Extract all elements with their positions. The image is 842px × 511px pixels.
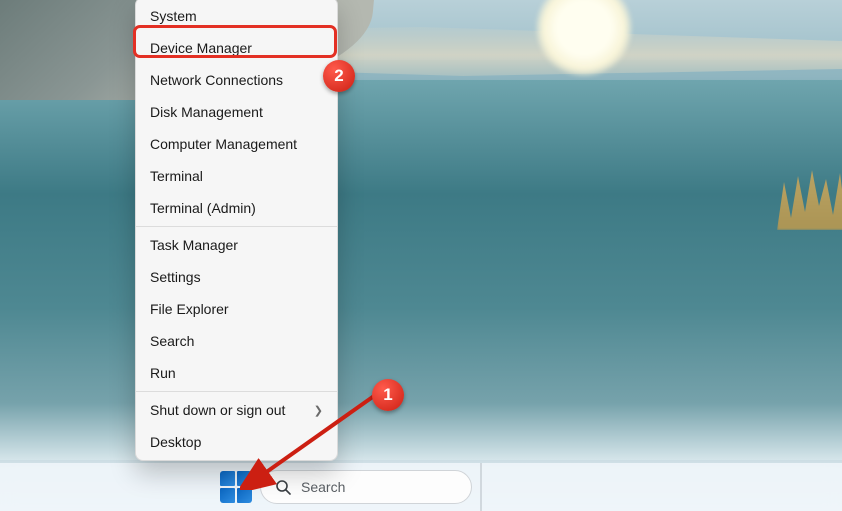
menu-item-label: Shut down or sign out: [150, 402, 285, 418]
winx-context-menu: System Device Manager Network Connection…: [135, 0, 338, 461]
taskbar-search[interactable]: Search: [260, 470, 472, 504]
chevron-right-icon: ❯: [314, 404, 323, 417]
menu-item-label: Device Manager: [150, 40, 252, 56]
menu-item-computer-management[interactable]: Computer Management: [136, 128, 337, 160]
menu-item-terminal-admin[interactable]: Terminal (Admin): [136, 192, 337, 224]
start-button[interactable]: [220, 471, 252, 503]
menu-separator: [136, 391, 337, 392]
menu-item-disk-management[interactable]: Disk Management: [136, 96, 337, 128]
menu-item-run[interactable]: Run: [136, 357, 337, 389]
menu-item-label: Run: [150, 365, 176, 381]
menu-item-search[interactable]: Search: [136, 325, 337, 357]
menu-item-label: Desktop: [150, 434, 201, 450]
menu-item-shutdown-signout[interactable]: Shut down or sign out ❯: [136, 394, 337, 426]
desktop-wallpaper: [0, 0, 842, 511]
menu-item-terminal[interactable]: Terminal: [136, 160, 337, 192]
menu-item-system[interactable]: System: [136, 0, 337, 32]
menu-item-label: Disk Management: [150, 104, 263, 120]
menu-separator: [136, 226, 337, 227]
menu-item-label: Terminal (Admin): [150, 200, 256, 216]
menu-item-label: File Explorer: [150, 301, 229, 317]
menu-item-network-connections[interactable]: Network Connections: [136, 64, 337, 96]
windows-logo-icon: [237, 471, 252, 486]
annotation-step-1: 1: [372, 379, 404, 411]
windows-logo-icon: [237, 488, 252, 503]
menu-item-file-explorer[interactable]: File Explorer: [136, 293, 337, 325]
menu-item-label: Network Connections: [150, 72, 283, 88]
search-icon: [275, 479, 291, 495]
taskbar: Search: [0, 463, 842, 511]
menu-item-label: Computer Management: [150, 136, 297, 152]
menu-item-settings[interactable]: Settings: [136, 261, 337, 293]
menu-item-device-manager[interactable]: Device Manager: [136, 32, 337, 64]
windows-logo-icon: [220, 488, 235, 503]
menu-item-label: Terminal: [150, 168, 203, 184]
menu-item-task-manager[interactable]: Task Manager: [136, 229, 337, 261]
search-placeholder: Search: [301, 479, 345, 495]
annotation-step-2: 2: [323, 60, 355, 92]
menu-item-label: Settings: [150, 269, 201, 285]
menu-item-desktop[interactable]: Desktop: [136, 426, 337, 458]
windows-logo-icon: [220, 471, 235, 486]
menu-item-label: Search: [150, 333, 194, 349]
menu-item-label: Task Manager: [150, 237, 238, 253]
menu-item-label: System: [150, 8, 197, 24]
taskbar-divider: [480, 463, 482, 511]
